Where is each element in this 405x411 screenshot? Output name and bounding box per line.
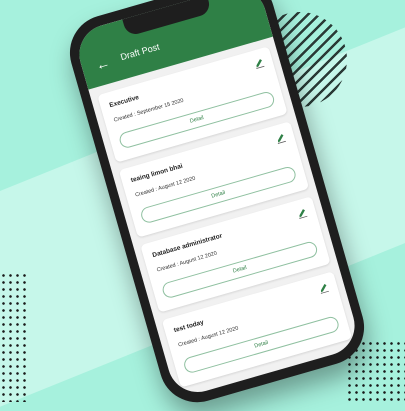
detail-button-label: Detail (210, 189, 226, 200)
post-title: Executive (108, 94, 140, 110)
edit-pencil-icon[interactable] (252, 56, 266, 70)
app-title: Draft Post (119, 41, 161, 63)
edit-pencil-icon[interactable] (274, 131, 288, 145)
detail-button-label: Detail (253, 339, 269, 350)
detail-button-label: Detail (232, 264, 248, 275)
edit-pencil-icon[interactable] (317, 281, 331, 295)
post-title: test today (173, 318, 205, 335)
detail-button-label: Detail (189, 115, 205, 125)
edit-pencil-icon[interactable] (295, 206, 309, 220)
detail-button[interactable]: Detail (182, 315, 341, 375)
dot-grid-decoration-left (0, 272, 30, 402)
back-arrow-icon[interactable]: ← (94, 54, 112, 73)
